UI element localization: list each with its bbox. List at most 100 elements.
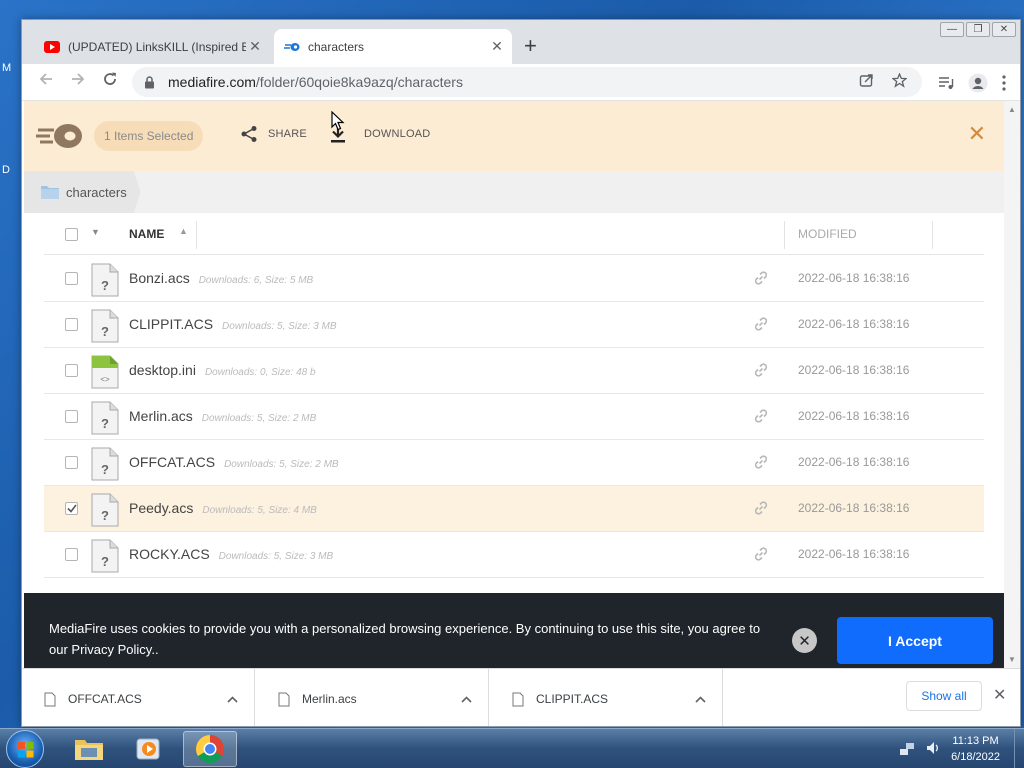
media-control-icon[interactable]	[938, 76, 954, 93]
row-checkbox[interactable]	[65, 272, 78, 285]
maximize-button[interactable]: ❐	[966, 22, 990, 37]
table-row[interactable]: ? CLIPPIT.ACS Downloads: 5, Size: 3 MB 2022…	[44, 302, 984, 348]
chevron-up-icon[interactable]	[461, 692, 472, 706]
copy-link-icon[interactable]	[753, 500, 769, 521]
start-button[interactable]	[6, 730, 44, 768]
share-button[interactable]: SHARE	[240, 125, 307, 143]
system-tray: 11:13 PM 6/18/2022	[899, 733, 1016, 765]
forward-icon[interactable]	[66, 71, 90, 92]
mediafire-logo-icon[interactable]	[36, 121, 84, 156]
address-bar[interactable]: mediafire.com/folder/60qoie8ka9azq/chara…	[132, 67, 922, 97]
share-page-icon[interactable]	[856, 73, 876, 91]
copy-link-icon[interactable]	[753, 546, 769, 567]
file-name[interactable]: Bonzi.acs Downloads: 6, Size: 5 MB	[129, 270, 313, 286]
breadcrumb-folder[interactable]: characters	[24, 171, 141, 213]
show-desktop-button[interactable]	[1014, 729, 1024, 768]
file-name[interactable]: OFFCAT.ACS Downloads: 5, Size: 2 MB	[129, 454, 339, 470]
youtube-icon	[44, 39, 60, 55]
column-name[interactable]: NAME	[129, 227, 164, 241]
volume-icon[interactable]	[925, 740, 941, 759]
svg-text:?: ?	[101, 508, 109, 523]
taskbar-chrome[interactable]	[183, 731, 237, 767]
select-dropdown-icon[interactable]: ▼	[91, 227, 100, 237]
file-name[interactable]: desktop.ini Downloads: 0, Size: 48 b	[129, 362, 316, 378]
copy-link-icon[interactable]	[753, 316, 769, 337]
copy-link-icon[interactable]	[753, 270, 769, 291]
download-filename: OFFCAT.ACS	[68, 692, 142, 706]
file-name-text: Merlin.acs	[129, 408, 193, 424]
page-scrollbar[interactable]: ▲ ▼	[1004, 101, 1020, 668]
download-item[interactable]: OFFCAT.ACS	[22, 669, 255, 726]
select-all-checkbox[interactable]	[65, 228, 78, 241]
file-name-text: ROCKY.ACS	[129, 546, 210, 562]
back-icon[interactable]	[34, 71, 58, 92]
chevron-up-icon[interactable]	[695, 692, 706, 706]
download-item[interactable]: Merlin.acs	[256, 669, 489, 726]
file-name-text: Bonzi.acs	[129, 270, 190, 286]
download-button[interactable]: DOWNLOAD	[330, 125, 430, 143]
column-modified[interactable]: MODIFIED	[798, 227, 857, 241]
share-icon	[241, 126, 257, 142]
network-icon[interactable]	[899, 740, 915, 759]
row-checkbox[interactable]	[65, 456, 78, 469]
table-row[interactable]: ? Bonzi.acs Downloads: 6, Size: 5 MB 2022-0…	[44, 256, 984, 302]
scroll-down-icon[interactable]: ▼	[1008, 655, 1016, 664]
table-row[interactable]: ? Merlin.acs Downloads: 5, Size: 2 MB 2022-…	[44, 394, 984, 440]
download-filename: CLIPPIT.ACS	[536, 692, 609, 706]
close-tab-icon[interactable]: ✕	[246, 38, 264, 55]
file-name[interactable]: ROCKY.ACS Downloads: 5, Size: 3 MB	[129, 546, 333, 562]
file-meta: Downloads: 5, Size: 3 MB	[218, 551, 334, 562]
accept-cookies-button[interactable]: I Accept	[837, 617, 993, 664]
unknown-file-icon: ?	[91, 401, 119, 440]
unknown-file-icon: ?	[91, 309, 119, 348]
items-selected-badge: 1 Items Selected	[94, 121, 204, 151]
new-tab-button[interactable]: +	[524, 35, 537, 57]
file-meta: Downloads: 5, Size: 2 MB	[201, 413, 317, 424]
svg-text:?: ?	[101, 462, 109, 477]
cookie-banner: MediaFire uses cookies to provide you wi…	[24, 593, 1004, 668]
row-checkbox[interactable]	[65, 410, 78, 423]
download-item[interactable]: CLIPPIT.ACS	[490, 669, 723, 726]
cookie-close-button[interactable]: ✕	[792, 628, 817, 653]
chevron-up-icon[interactable]	[227, 692, 238, 706]
close-tab-icon[interactable]: ✕	[488, 38, 506, 55]
windows-logo-icon	[18, 742, 34, 758]
close-shelf-icon[interactable]: ✕	[993, 685, 1006, 705]
file-icon	[512, 692, 524, 706]
column-divider	[196, 221, 197, 249]
copy-link-icon[interactable]	[753, 408, 769, 429]
row-checkbox[interactable]	[65, 318, 78, 331]
copy-link-icon[interactable]	[753, 362, 769, 383]
row-checkbox[interactable]	[65, 548, 78, 561]
unknown-file-icon: ?	[91, 447, 119, 486]
close-window-button[interactable]: ✕	[992, 22, 1016, 37]
table-row[interactable]: ? ROCKY.ACS Downloads: 5, Size: 3 MB 2022-0…	[44, 532, 984, 578]
taskbar-media-player[interactable]	[122, 731, 176, 767]
scroll-up-icon[interactable]: ▲	[1008, 105, 1016, 114]
file-name[interactable]: Peedy.acs Downloads: 5, Size: 4 MB	[129, 500, 317, 516]
sort-ascending-icon[interactable]: ▲	[179, 226, 188, 236]
table-row[interactable]: <> desktop.ini Downloads: 0, Size: 48 b 202…	[44, 348, 984, 394]
system-clock[interactable]: 11:13 PM 6/18/2022	[951, 733, 1000, 765]
row-checkbox[interactable]	[65, 364, 78, 377]
tab-youtube[interactable]: (UPDATED) LinksKILL (Inspired By ✕	[34, 29, 270, 64]
copy-link-icon[interactable]	[753, 454, 769, 475]
file-name-text: OFFCAT.ACS	[129, 454, 216, 470]
file-name[interactable]: Merlin.acs Downloads: 5, Size: 2 MB	[129, 408, 316, 424]
lock-icon[interactable]	[144, 75, 156, 89]
row-checkbox[interactable]	[65, 502, 78, 515]
close-selection-icon[interactable]: ✕	[968, 121, 986, 147]
file-name[interactable]: CLIPPIT.ACS Downloads: 5, Size: 3 MB	[129, 316, 337, 332]
profile-avatar-icon[interactable]	[968, 73, 988, 96]
tab-strip: (UPDATED) LinksKILL (Inspired By ✕ chara…	[22, 20, 1020, 64]
table-row[interactable]: ? OFFCAT.ACS Downloads: 5, Size: 2 MB 2022-…	[44, 440, 984, 486]
reload-icon[interactable]	[98, 71, 122, 92]
show-all-downloads-button[interactable]: Show all	[906, 681, 982, 711]
unknown-file-icon: ?	[91, 493, 119, 532]
browser-menu-icon[interactable]	[1002, 75, 1006, 94]
taskbar-explorer[interactable]	[62, 731, 116, 767]
table-row[interactable]: ? Peedy.acs Downloads: 5, Size: 4 MB 2022-0…	[44, 486, 984, 532]
tab-characters[interactable]: characters ✕	[274, 29, 512, 64]
minimize-button[interactable]: —	[940, 22, 964, 37]
bookmark-star-icon[interactable]	[889, 72, 909, 91]
